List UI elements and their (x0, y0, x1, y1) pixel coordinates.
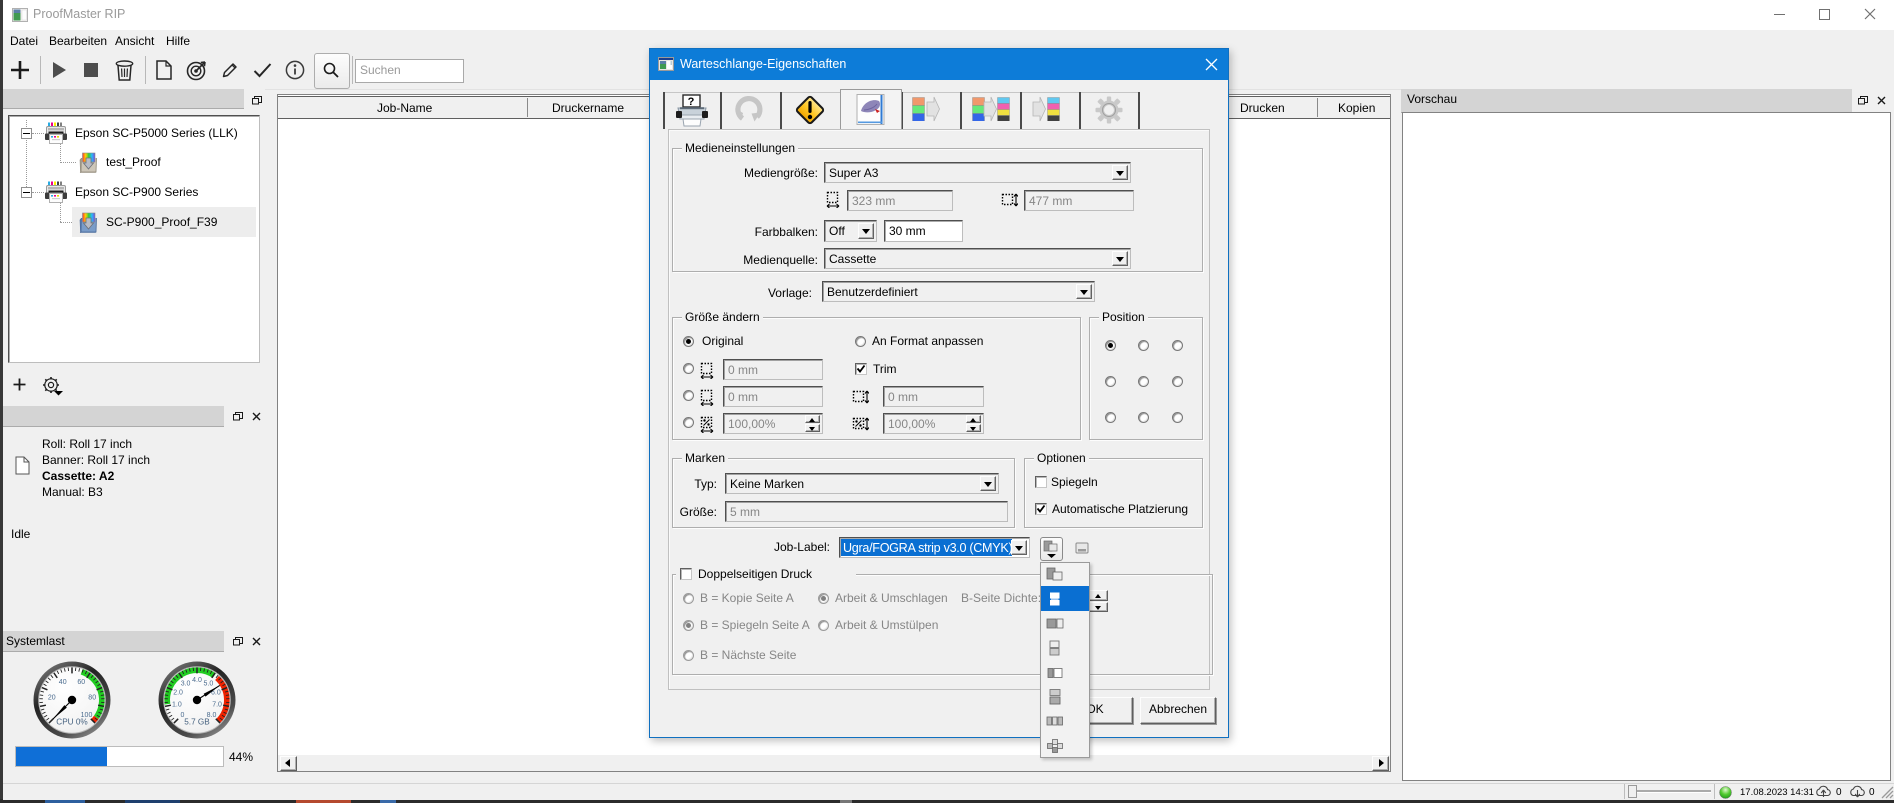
svg-text:20: 20 (48, 694, 56, 701)
svg-text:4.0: 4.0 (192, 677, 202, 684)
svg-text:CPU 0%: CPU 0% (56, 718, 87, 727)
svg-text:80: 80 (88, 694, 96, 701)
svg-text:60: 60 (77, 679, 85, 686)
svg-text:5.7 GB: 5.7 GB (184, 718, 210, 727)
svg-text:5.0: 5.0 (204, 681, 214, 688)
svg-text:1.0: 1.0 (172, 702, 182, 709)
svg-text:40: 40 (59, 679, 67, 686)
svg-text:?: ? (688, 96, 695, 108)
svg-text:2.0: 2.0 (173, 690, 183, 697)
svg-text:3.0: 3.0 (181, 681, 191, 688)
svg-text:7.0: 7.0 (212, 702, 222, 709)
